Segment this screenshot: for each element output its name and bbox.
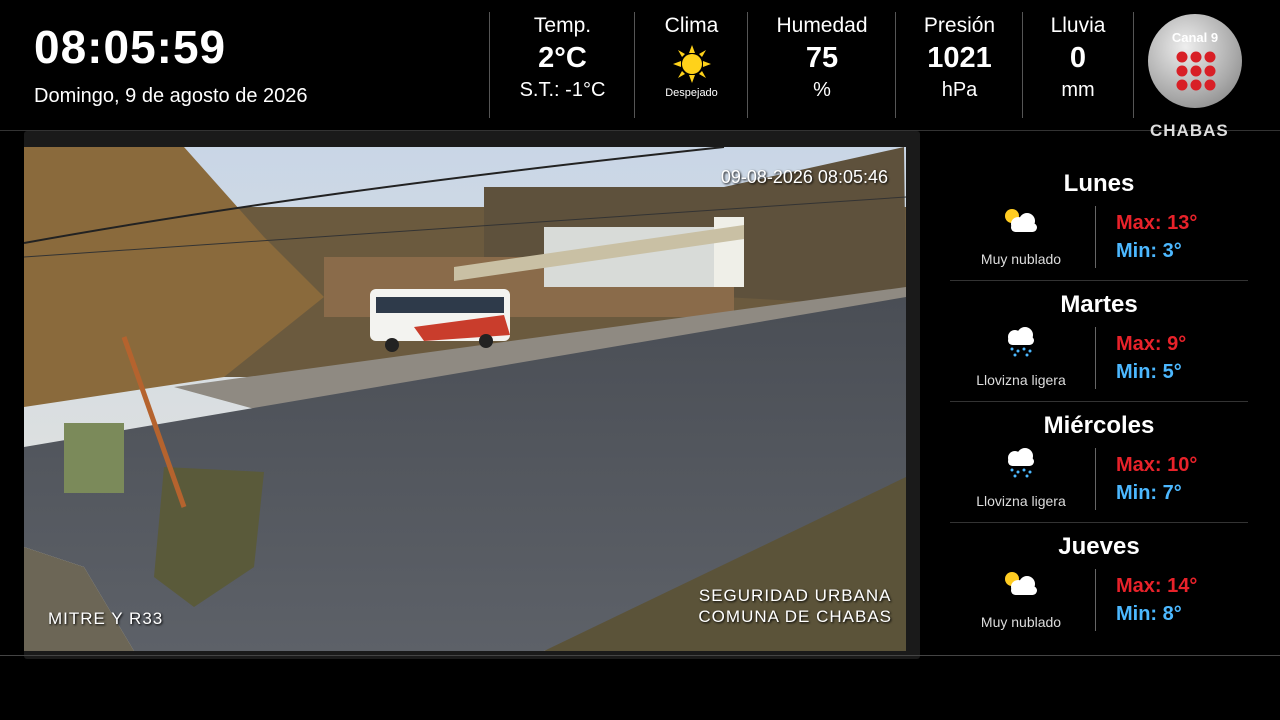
forecast-panel: Lunes Muy nublado Max: 13° Min: 3° Marte…: [950, 160, 1248, 643]
humedad-panel: Humedad 75 %: [747, 12, 896, 118]
clima-condition: Despejado: [665, 87, 718, 99]
drizzle-icon: [1008, 327, 1034, 357]
sun-icon: [672, 44, 712, 84]
min-temp: Min: 8°: [1116, 603, 1182, 625]
max-temp: Max: 13°: [1116, 212, 1198, 234]
lluvia-unit: mm: [1061, 79, 1095, 101]
day-name: Miércoles: [1043, 412, 1155, 439]
org-line-2: COMUNA DE CHABAS: [698, 607, 892, 626]
presion-label: Presión: [923, 14, 996, 37]
bottom-divider: [0, 655, 1280, 656]
day-condition: Muy nublado: [980, 614, 1062, 630]
divider: [1095, 206, 1096, 268]
min-temp: Min: 7°: [1116, 482, 1182, 504]
temp-panel: Temp. 2°C S.T.: -1°C: [489, 12, 635, 118]
forecast-day: Martes Llovizna ligera Max: 9° Min: 5°: [950, 281, 1248, 402]
presion-panel: Presión 1021 hPa: [895, 12, 1023, 118]
org-line-1: SEGURIDAD URBANA: [698, 586, 892, 605]
max-temp: Max: 9°: [1116, 333, 1187, 355]
date-label: Domingo, 9 de agosto de 2026: [34, 85, 308, 107]
partly-cloudy-icon: [1005, 209, 1037, 232]
temp-value: 2°C: [538, 42, 587, 74]
min-temp: Min: 3°: [1116, 240, 1182, 262]
day-name: Martes: [1060, 291, 1138, 318]
camera-image: [24, 147, 906, 651]
min-temp: Min: 5°: [1116, 361, 1182, 383]
day-name: Lunes: [1063, 170, 1135, 197]
forecast-day: Jueves Muy nublado Max: 14° Min: 8°: [950, 523, 1248, 643]
lluvia-label: Lluvia: [1050, 14, 1106, 37]
humedad-unit: %: [813, 79, 831, 101]
top-bar: 08:05:59 Domingo, 9 de agosto de 2026 Te…: [0, 0, 1280, 140]
camera-location: MITRE Y R33: [48, 609, 164, 628]
max-temp: Max: 10°: [1116, 454, 1198, 476]
partly-cloudy-icon: [1005, 572, 1037, 595]
camera-timestamp: 09-08-2026 08:05:46: [720, 167, 888, 187]
forecast-day: Lunes Muy nublado Max: 13° Min: 3°: [950, 160, 1248, 281]
temp-label: Temp.: [533, 14, 592, 37]
divider: [1095, 569, 1096, 631]
channel-logo: Canal 9: [1148, 14, 1242, 108]
camera-feed: 09-08-2026 08:05:46 MITRE Y R33 SEGURIDA…: [24, 131, 920, 659]
day-condition: Llovizna ligera: [976, 493, 1066, 509]
forecast-day: Miércoles Llovizna ligera Max: 10° Min: …: [950, 402, 1248, 523]
lluvia-panel: Lluvia 0 mm: [1022, 12, 1134, 118]
presion-unit: hPa: [941, 79, 978, 101]
feels-like: S.T.: -1°C: [519, 79, 606, 101]
clima-label: Clima: [664, 14, 719, 37]
clock: 08:05:59: [34, 21, 227, 73]
channel-name: Canal 9: [1171, 30, 1219, 45]
presion-value: 1021: [927, 42, 992, 74]
day-name: Jueves: [1058, 533, 1140, 560]
camera-organization: SEGURIDAD URBANA COMUNA DE CHABAS: [698, 585, 892, 627]
day-condition: Muy nublado: [980, 251, 1062, 267]
max-temp: Max: 14°: [1116, 575, 1198, 597]
day-condition: Llovizna ligera: [976, 372, 1066, 388]
logo-dots-icon: [1176, 51, 1216, 91]
divider: [1095, 448, 1096, 510]
town-name: CHABAS: [1150, 121, 1229, 140]
divider: [1095, 327, 1096, 389]
humedad-value: 75: [805, 42, 839, 74]
lluvia-value: 0: [1069, 42, 1087, 74]
humedad-label: Humedad: [776, 14, 868, 37]
drizzle-icon: [1008, 448, 1034, 478]
clima-panel: Clima Despejado: [634, 12, 748, 118]
